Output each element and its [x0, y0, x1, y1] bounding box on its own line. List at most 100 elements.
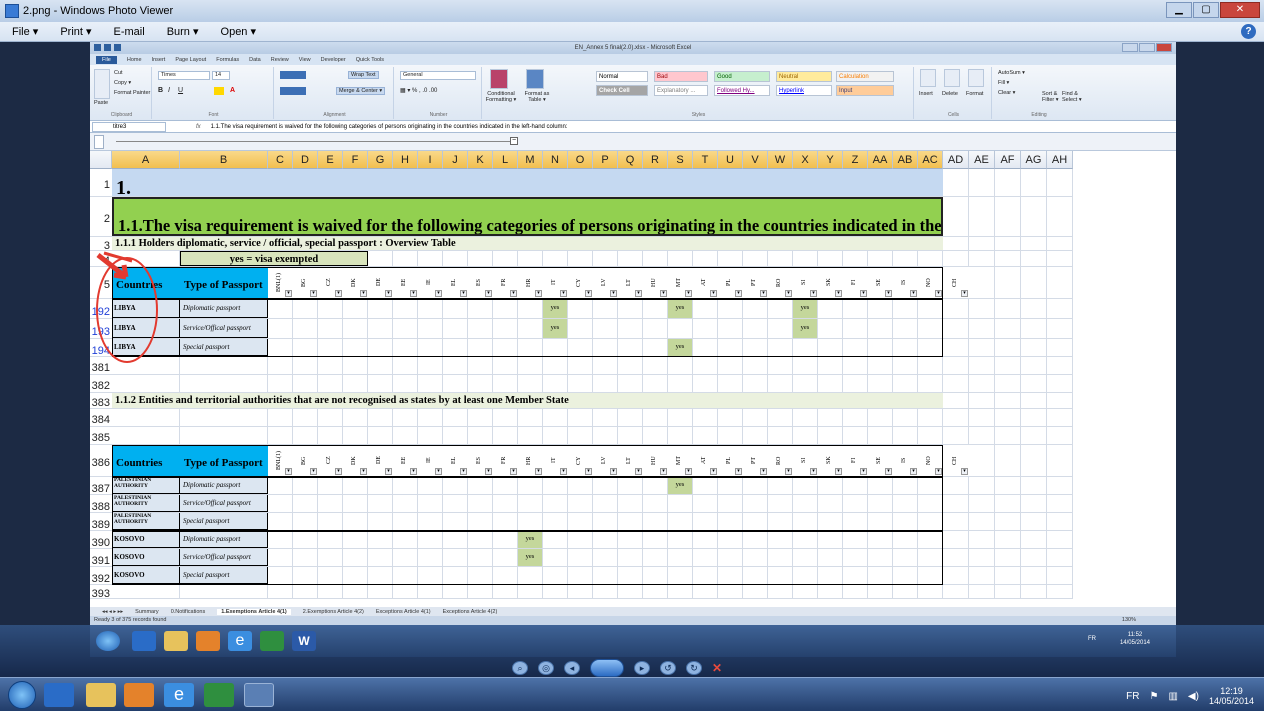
network-icon[interactable]: ▥ — [1168, 691, 1177, 702]
row-header[interactable]: 390 — [90, 531, 112, 549]
t1-filter-dropdown-icon[interactable]: ▾ — [961, 290, 968, 297]
t2-filter-dropdown-icon[interactable]: ▾ — [785, 468, 792, 475]
cut-button[interactable]: Cut — [114, 70, 123, 76]
column-header-N[interactable]: N — [543, 151, 568, 169]
tab-insert[interactable]: Insert — [152, 57, 166, 63]
taskbar-explorer-icon[interactable] — [86, 683, 116, 707]
column-header-G[interactable]: G — [368, 151, 393, 169]
t1-yes-cell-it[interactable]: yes — [543, 319, 567, 338]
zoom-level[interactable]: 130% — [1122, 616, 1136, 625]
t2-filter-dropdown-icon[interactable]: ▾ — [485, 468, 492, 475]
t1-filter-dropdown-icon[interactable]: ▾ — [760, 290, 767, 297]
wrap-text-button[interactable]: Wrap Text — [348, 71, 379, 79]
tab-data[interactable]: Data — [249, 57, 261, 63]
t2-filter-dropdown-icon[interactable]: ▾ — [585, 468, 592, 475]
t1-filter-dropdown-icon[interactable]: ▾ — [660, 290, 667, 297]
conditional-formatting-icon[interactable] — [490, 69, 508, 89]
t2-passport-cell[interactable]: Diplomatic passport — [180, 477, 268, 494]
copy-button[interactable]: Copy ▾ — [114, 80, 131, 86]
column-header-E[interactable]: E — [318, 151, 343, 169]
row-header[interactable]: 389 — [90, 513, 112, 531]
t2-filter-dropdown-icon[interactable]: ▾ — [885, 468, 892, 475]
t1-filter-dropdown-icon[interactable]: ▾ — [410, 290, 417, 297]
t1-filter-dropdown-icon[interactable]: ▾ — [860, 290, 867, 297]
format-as-table-button[interactable]: Format as Table ▾ — [520, 91, 554, 103]
maximize-button[interactable]: ▢ — [1193, 2, 1219, 18]
delete-cells-icon[interactable] — [944, 69, 960, 87]
menu-print[interactable]: Print ▾ — [60, 25, 91, 38]
volume-icon[interactable]: ◀) — [1188, 691, 1199, 702]
row-header[interactable]: 381 — [90, 357, 112, 375]
t2-filter-dropdown-icon[interactable]: ▾ — [735, 468, 742, 475]
cell-style-0[interactable]: Normal — [596, 71, 648, 82]
column-header-R[interactable]: R — [643, 151, 668, 169]
row-header[interactable]: 391 — [90, 549, 112, 567]
tab-page-layout[interactable]: Page Layout — [175, 57, 206, 63]
column-header-V[interactable]: V — [743, 151, 768, 169]
spreadsheet-grid[interactable]: A B C D E F G H I J K L M N O P Q R S T U V W X Y Z AA AB AC AD AE AF AG… — [90, 151, 1176, 607]
sheet-tab-exceptions-4-1[interactable]: Exceptions Article 4(1) — [376, 609, 431, 615]
column-header-C[interactable]: C — [268, 151, 293, 169]
column-header-P[interactable]: P — [593, 151, 618, 169]
column-header-I[interactable]: I — [418, 151, 443, 169]
column-header-T[interactable]: T — [693, 151, 718, 169]
t2-yes-cell-mt[interactable]: yes — [668, 477, 692, 494]
fill-button[interactable]: Fill ▾ — [998, 80, 1009, 86]
t1-filter-dropdown-icon[interactable]: ▾ — [435, 290, 442, 297]
legend-yes-visa-exempted[interactable]: yes = visa exempted — [180, 251, 368, 266]
clear-button[interactable]: Clear ▾ — [998, 90, 1015, 96]
column-header-A[interactable]: A — [112, 151, 180, 169]
number-format-select[interactable]: General — [400, 71, 476, 80]
t1-filter-dropdown-icon[interactable]: ▾ — [460, 290, 467, 297]
clock[interactable]: 12:19 14/05/2014 — [1209, 686, 1254, 706]
cell-style-5[interactable]: Check Cell — [596, 85, 648, 96]
taskbar-ie-icon[interactable]: e — [164, 683, 194, 707]
name-box[interactable]: titre3 — [92, 121, 166, 132]
t2-filter-dropdown-icon[interactable]: ▾ — [285, 468, 292, 475]
minimize-button[interactable]: ▁ — [1166, 2, 1192, 18]
cell-style-8[interactable]: Hyperlink — [776, 85, 832, 96]
t2-country-cell[interactable]: KOSOVO — [112, 567, 180, 584]
t1-filter-dropdown-icon[interactable]: ▾ — [610, 290, 617, 297]
t2-filter-dropdown-icon[interactable]: ▾ — [810, 468, 817, 475]
t2-yes-cell-hr[interactable]: yes — [518, 531, 542, 548]
t2-filter-dropdown-icon[interactable]: ▾ — [961, 468, 968, 475]
cell-style-2[interactable]: Good — [714, 71, 770, 82]
t2-filter-dropdown-icon[interactable]: ▾ — [935, 468, 942, 475]
column-header-Y[interactable]: Y — [818, 151, 843, 169]
t1-filter-dropdown-icon[interactable]: ▾ — [735, 290, 742, 297]
zoom-icon[interactable]: ⌕ — [512, 661, 528, 675]
t1-filter-dropdown-icon[interactable]: ▾ — [335, 290, 342, 297]
column-header-AD[interactable]: AD — [943, 151, 969, 169]
cell-style-9[interactable]: Input — [836, 85, 894, 96]
row-header[interactable]: 1 — [90, 169, 112, 197]
t2-filter-dropdown-icon[interactable]: ▾ — [710, 468, 717, 475]
start-button[interactable] — [8, 681, 36, 709]
taskbar-photo-viewer-icon[interactable] — [244, 683, 274, 707]
t2-filter-dropdown-icon[interactable]: ▾ — [685, 468, 692, 475]
t2-country-cell[interactable]: KOSOVO — [112, 549, 180, 566]
row-header[interactable]: 384 — [90, 409, 112, 427]
previous-icon[interactable]: ◂ — [564, 661, 580, 675]
t2-country-cell[interactable]: PALESTINIAN AUTHORITY — [112, 513, 180, 530]
italic-icon[interactable]: I — [168, 87, 170, 94]
formula-input[interactable]: 1.1.The visa requirement is waived for t… — [211, 124, 568, 130]
taskbar-media-player-icon[interactable] — [44, 683, 74, 707]
t2-filter-dropdown-icon[interactable]: ▾ — [910, 468, 917, 475]
format-cells-icon[interactable] — [968, 69, 984, 87]
sort-filter-button[interactable]: Sort & Filter ▾ — [1042, 91, 1064, 103]
t1-filter-dropdown-icon[interactable]: ▾ — [585, 290, 592, 297]
column-header-Q[interactable]: Q — [618, 151, 643, 169]
menu-email[interactable]: E-mail — [114, 26, 145, 38]
column-header-AB[interactable]: AB — [893, 151, 918, 169]
t1-yes-cell-si[interactable]: yes — [793, 299, 817, 318]
heading-subsection-111[interactable]: 1.1.1 Holders diplomatic, service / offi… — [112, 237, 943, 250]
align-icons-2[interactable] — [280, 87, 306, 95]
t1-passport-cell[interactable]: Diplomatic passport — [180, 299, 268, 318]
tab-developer[interactable]: Developer — [321, 57, 346, 63]
format-as-table-icon[interactable] — [526, 69, 544, 89]
t2-filter-dropdown-icon[interactable]: ▾ — [660, 468, 667, 475]
row-header[interactable]: 393 — [90, 585, 112, 600]
flag-icon[interactable]: ⚑ — [1150, 691, 1159, 702]
column-header-AG[interactable]: AG — [1021, 151, 1047, 169]
